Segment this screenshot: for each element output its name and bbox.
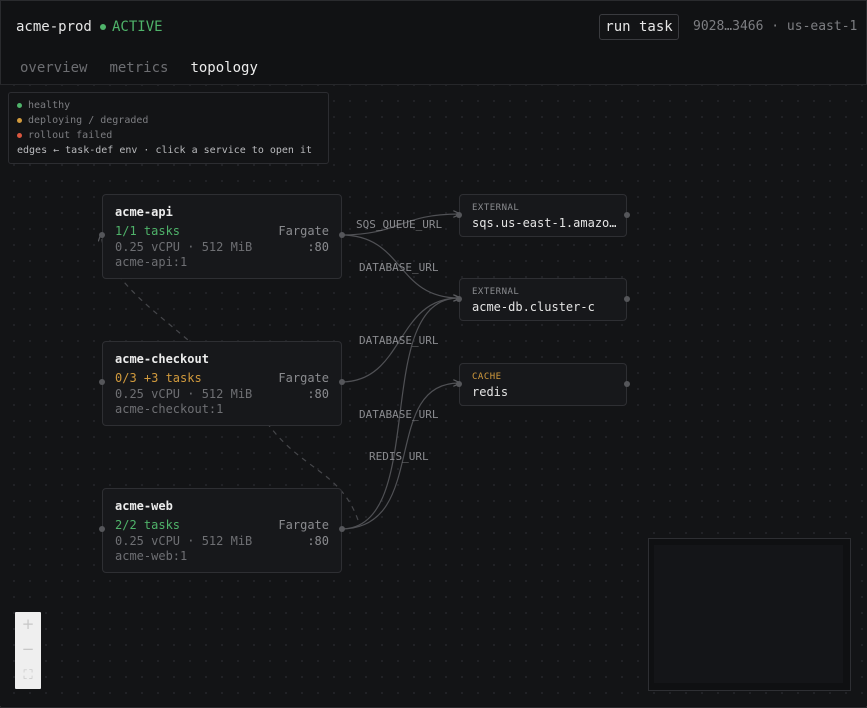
- fit-view-button[interactable]: ⛶: [15, 663, 41, 688]
- edge-label: DATABASE_URL: [359, 334, 439, 347]
- task-count: 1/1 tasks: [115, 224, 181, 238]
- edge-label: DATABASE_URL: [359, 261, 439, 274]
- launch-type: Fargate: [278, 518, 329, 532]
- zoom-controls: + − ⛶: [15, 612, 41, 689]
- minimap[interactable]: [648, 538, 851, 691]
- dependency-kind: EXTERNAL: [472, 287, 520, 297]
- input-handle[interactable]: [99, 232, 105, 238]
- input-handle[interactable]: [99, 526, 105, 532]
- dependency-node-sqs[interactable]: EXTERNAL sqs.us-east-1.amazonaws.com: [456, 194, 630, 237]
- task-count: 2/2 tasks: [115, 518, 181, 532]
- edge-label: DATABASE_URL: [359, 408, 439, 421]
- service-name: acme-api: [115, 205, 173, 219]
- service-node-acme-api[interactable]: acme-api 1/1 tasks Fargate 0.25 vCPU · 5…: [99, 194, 345, 279]
- output-handle[interactable]: [339, 526, 345, 532]
- input-handle[interactable]: [456, 212, 462, 218]
- dependency-host: redis: [472, 385, 509, 399]
- task-definition: acme-web:1: [115, 549, 188, 563]
- resources: 0.25 vCPU · 512 MiB: [115, 387, 253, 401]
- output-handle[interactable]: [624, 296, 630, 302]
- input-handle[interactable]: [456, 381, 462, 387]
- dependency-kind: CACHE: [472, 372, 502, 382]
- input-handle[interactable]: [99, 379, 105, 385]
- edge-label: REDIS_URL: [369, 450, 429, 463]
- dependency-node-db[interactable]: EXTERNAL acme-db.cluster-c: [456, 278, 630, 321]
- resources: 0.25 vCPU · 512 MiB: [115, 240, 253, 254]
- service-name: acme-checkout: [115, 352, 209, 366]
- service-name: acme-web: [115, 499, 173, 513]
- port: :80: [307, 534, 329, 548]
- task-definition: acme-api:1: [115, 255, 188, 269]
- service-node-acme-checkout[interactable]: acme-checkout 0/3 +3 tasks Fargate 0.25 …: [99, 341, 345, 426]
- dependency-kind: EXTERNAL: [472, 203, 520, 213]
- output-handle[interactable]: [624, 381, 630, 387]
- input-handle[interactable]: [456, 296, 462, 302]
- launch-type: Fargate: [278, 224, 329, 238]
- launch-type: Fargate: [278, 371, 329, 385]
- dependency-host: sqs.us-east-1.amazonaws.com: [472, 216, 618, 230]
- edge-label: SQS_QUEUE_URL: [356, 218, 442, 231]
- service-node-acme-web[interactable]: acme-web 2/2 tasks Fargate 0.25 vCPU · 5…: [99, 488, 345, 573]
- task-definition: acme-checkout:1: [115, 402, 224, 416]
- port: :80: [307, 387, 329, 401]
- output-handle[interactable]: [339, 379, 345, 385]
- zoom-in-button[interactable]: +: [15, 612, 41, 637]
- minimap-viewport[interactable]: [654, 545, 843, 683]
- resources: 0.25 vCPU · 512 MiB: [115, 534, 253, 548]
- dependency-host: acme-db.cluster-c: [472, 300, 595, 314]
- output-handle[interactable]: [624, 212, 630, 218]
- port: :80: [307, 240, 329, 254]
- zoom-out-button[interactable]: −: [15, 637, 41, 662]
- task-count: 0/3 +3 tasks: [115, 371, 202, 385]
- output-handle[interactable]: [339, 232, 345, 238]
- dependency-node-redis[interactable]: CACHE redis: [456, 363, 630, 406]
